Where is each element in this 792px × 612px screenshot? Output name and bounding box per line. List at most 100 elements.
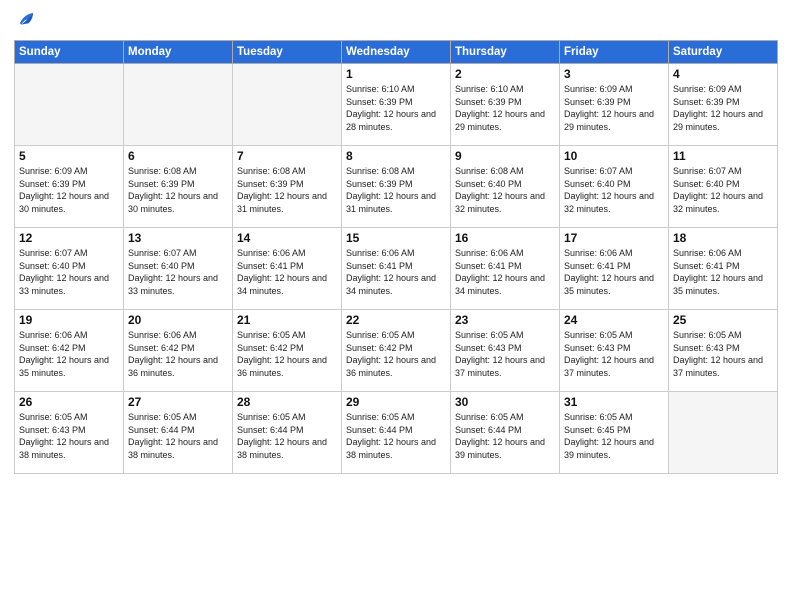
day-info: Sunrise: 6:05 AM Sunset: 6:43 PM Dayligh… bbox=[455, 329, 555, 379]
day-cell: 28 Sunrise: 6:05 AM Sunset: 6:44 PM Dayli… bbox=[233, 392, 342, 474]
day-info: Sunrise: 6:09 AM Sunset: 6:39 PM Dayligh… bbox=[673, 83, 773, 133]
day-info: Sunrise: 6:06 AM Sunset: 6:41 PM Dayligh… bbox=[455, 247, 555, 297]
day-number: 20 bbox=[128, 313, 228, 327]
day-info: Sunrise: 6:06 AM Sunset: 6:42 PM Dayligh… bbox=[19, 329, 119, 379]
week-row-1: 1Sunrise: 6:10 AM Sunset: 6:39 PM Daylig… bbox=[15, 64, 778, 146]
day-cell: 7 Sunrise: 6:08 AM Sunset: 6:39 PM Daylig… bbox=[233, 146, 342, 228]
weekday-header-wednesday: Wednesday bbox=[342, 41, 451, 64]
day-number: 12 bbox=[19, 231, 119, 245]
day-number: 15 bbox=[346, 231, 446, 245]
day-info: Sunrise: 6:06 AM Sunset: 6:41 PM Dayligh… bbox=[673, 247, 773, 297]
day-info: Sunrise: 6:06 AM Sunset: 6:41 PM Dayligh… bbox=[237, 247, 337, 297]
week-row-5: 26 Sunrise: 6:05 AM Sunset: 6:43 PM Dayli… bbox=[15, 392, 778, 474]
day-info: Sunrise: 6:05 AM Sunset: 6:45 PM Dayligh… bbox=[564, 411, 664, 461]
day-number: 4 bbox=[673, 67, 773, 81]
day-cell: 15 Sunrise: 6:06 AM Sunset: 6:41 PM Dayli… bbox=[342, 228, 451, 310]
day-number: 10 bbox=[564, 149, 664, 163]
day-number: 25 bbox=[673, 313, 773, 327]
day-number: 18 bbox=[673, 231, 773, 245]
day-number: 3 bbox=[564, 67, 664, 81]
day-cell: 6Sunrise: 6:08 AM Sunset: 6:39 PM Daylig… bbox=[124, 146, 233, 228]
day-info: Sunrise: 6:05 AM Sunset: 6:43 PM Dayligh… bbox=[564, 329, 664, 379]
day-number: 8 bbox=[346, 149, 446, 163]
calendar: SundayMondayTuesdayWednesdayThursdayFrid… bbox=[14, 40, 778, 474]
day-cell: 21 Sunrise: 6:05 AM Sunset: 6:42 PM Dayli… bbox=[233, 310, 342, 392]
day-cell: 29 Sunrise: 6:05 AM Sunset: 6:44 PM Dayli… bbox=[342, 392, 451, 474]
day-cell: 13 Sunrise: 6:07 AM Sunset: 6:40 PM Dayli… bbox=[124, 228, 233, 310]
day-number: 28 bbox=[237, 395, 337, 409]
day-number: 7 bbox=[237, 149, 337, 163]
page: SundayMondayTuesdayWednesdayThursdayFrid… bbox=[0, 0, 792, 612]
day-cell: 20 Sunrise: 6:06 AM Sunset: 6:42 PM Dayli… bbox=[124, 310, 233, 392]
day-cell: 9 Sunrise: 6:08 AM Sunset: 6:40 PM Daylig… bbox=[451, 146, 560, 228]
day-number: 21 bbox=[237, 313, 337, 327]
day-cell: 3 Sunrise: 6:09 AM Sunset: 6:39 PM Daylig… bbox=[560, 64, 669, 146]
day-number: 27 bbox=[128, 395, 228, 409]
day-number: 29 bbox=[346, 395, 446, 409]
day-cell: 5Sunrise: 6:09 AM Sunset: 6:39 PM Daylig… bbox=[15, 146, 124, 228]
day-cell: 26 Sunrise: 6:05 AM Sunset: 6:43 PM Dayli… bbox=[15, 392, 124, 474]
logo bbox=[14, 10, 40, 32]
day-info: Sunrise: 6:05 AM Sunset: 6:43 PM Dayligh… bbox=[673, 329, 773, 379]
day-info: Sunrise: 6:08 AM Sunset: 6:40 PM Dayligh… bbox=[455, 165, 555, 215]
day-info: Sunrise: 6:08 AM Sunset: 6:39 PM Dayligh… bbox=[237, 165, 337, 215]
day-cell: 30 Sunrise: 6:05 AM Sunset: 6:44 PM Dayli… bbox=[451, 392, 560, 474]
day-number: 23 bbox=[455, 313, 555, 327]
day-cell: 14Sunrise: 6:06 AM Sunset: 6:41 PM Dayli… bbox=[233, 228, 342, 310]
day-info: Sunrise: 6:05 AM Sunset: 6:43 PM Dayligh… bbox=[19, 411, 119, 461]
day-cell bbox=[124, 64, 233, 146]
day-cell bbox=[233, 64, 342, 146]
weekday-header-friday: Friday bbox=[560, 41, 669, 64]
day-cell bbox=[15, 64, 124, 146]
day-number: 9 bbox=[455, 149, 555, 163]
day-info: Sunrise: 6:05 AM Sunset: 6:42 PM Dayligh… bbox=[237, 329, 337, 379]
day-cell: 24 Sunrise: 6:05 AM Sunset: 6:43 PM Dayli… bbox=[560, 310, 669, 392]
day-info: Sunrise: 6:05 AM Sunset: 6:42 PM Dayligh… bbox=[346, 329, 446, 379]
day-info: Sunrise: 6:08 AM Sunset: 6:39 PM Dayligh… bbox=[128, 165, 228, 215]
day-cell: 18 Sunrise: 6:06 AM Sunset: 6:41 PM Dayli… bbox=[669, 228, 778, 310]
day-info: Sunrise: 6:05 AM Sunset: 6:44 PM Dayligh… bbox=[128, 411, 228, 461]
day-number: 13 bbox=[128, 231, 228, 245]
day-info: Sunrise: 6:05 AM Sunset: 6:44 PM Dayligh… bbox=[346, 411, 446, 461]
day-cell: 11 Sunrise: 6:07 AM Sunset: 6:40 PM Dayli… bbox=[669, 146, 778, 228]
day-info: Sunrise: 6:05 AM Sunset: 6:44 PM Dayligh… bbox=[237, 411, 337, 461]
day-number: 11 bbox=[673, 149, 773, 163]
day-info: Sunrise: 6:06 AM Sunset: 6:41 PM Dayligh… bbox=[564, 247, 664, 297]
weekday-header-saturday: Saturday bbox=[669, 41, 778, 64]
weekday-header-sunday: Sunday bbox=[15, 41, 124, 64]
day-info: Sunrise: 6:07 AM Sunset: 6:40 PM Dayligh… bbox=[564, 165, 664, 215]
day-cell: 23 Sunrise: 6:05 AM Sunset: 6:43 PM Dayli… bbox=[451, 310, 560, 392]
day-number: 30 bbox=[455, 395, 555, 409]
day-cell bbox=[669, 392, 778, 474]
weekday-header-monday: Monday bbox=[124, 41, 233, 64]
day-number: 22 bbox=[346, 313, 446, 327]
day-cell: 8Sunrise: 6:08 AM Sunset: 6:39 PM Daylig… bbox=[342, 146, 451, 228]
day-number: 5 bbox=[19, 149, 119, 163]
day-info: Sunrise: 6:07 AM Sunset: 6:40 PM Dayligh… bbox=[673, 165, 773, 215]
day-cell: 1Sunrise: 6:10 AM Sunset: 6:39 PM Daylig… bbox=[342, 64, 451, 146]
logo-icon bbox=[14, 10, 36, 32]
day-number: 19 bbox=[19, 313, 119, 327]
day-info: Sunrise: 6:10 AM Sunset: 6:39 PM Dayligh… bbox=[346, 83, 446, 133]
header bbox=[14, 10, 778, 32]
day-info: Sunrise: 6:10 AM Sunset: 6:39 PM Dayligh… bbox=[455, 83, 555, 133]
weekday-header-row: SundayMondayTuesdayWednesdayThursdayFrid… bbox=[15, 41, 778, 64]
day-info: Sunrise: 6:06 AM Sunset: 6:41 PM Dayligh… bbox=[346, 247, 446, 297]
week-row-2: 5Sunrise: 6:09 AM Sunset: 6:39 PM Daylig… bbox=[15, 146, 778, 228]
day-cell: 25 Sunrise: 6:05 AM Sunset: 6:43 PM Dayli… bbox=[669, 310, 778, 392]
weekday-header-tuesday: Tuesday bbox=[233, 41, 342, 64]
day-info: Sunrise: 6:07 AM Sunset: 6:40 PM Dayligh… bbox=[19, 247, 119, 297]
day-cell: 4 Sunrise: 6:09 AM Sunset: 6:39 PM Daylig… bbox=[669, 64, 778, 146]
day-cell: 16 Sunrise: 6:06 AM Sunset: 6:41 PM Dayli… bbox=[451, 228, 560, 310]
day-info: Sunrise: 6:09 AM Sunset: 6:39 PM Dayligh… bbox=[564, 83, 664, 133]
day-info: Sunrise: 6:05 AM Sunset: 6:44 PM Dayligh… bbox=[455, 411, 555, 461]
day-number: 24 bbox=[564, 313, 664, 327]
day-number: 31 bbox=[564, 395, 664, 409]
day-number: 26 bbox=[19, 395, 119, 409]
day-number: 16 bbox=[455, 231, 555, 245]
day-number: 2 bbox=[455, 67, 555, 81]
day-cell: 17Sunrise: 6:06 AM Sunset: 6:41 PM Dayli… bbox=[560, 228, 669, 310]
day-info: Sunrise: 6:06 AM Sunset: 6:42 PM Dayligh… bbox=[128, 329, 228, 379]
day-info: Sunrise: 6:07 AM Sunset: 6:40 PM Dayligh… bbox=[128, 247, 228, 297]
day-cell: 31 Sunrise: 6:05 AM Sunset: 6:45 PM Dayli… bbox=[560, 392, 669, 474]
